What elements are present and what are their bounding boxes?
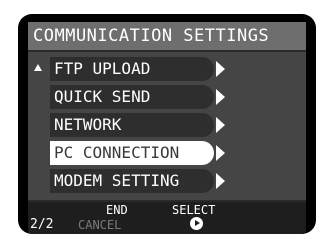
menu-item-label: MODEM SETTING [50,169,214,193]
chevron-right-icon [216,89,225,105]
camera-lcd-screen: COMMUNICATION SETTINGS FTP UPLOAD QUICK … [18,14,316,234]
footer-bar [28,202,306,234]
menu-panel: COMMUNICATION SETTINGS FTP UPLOAD QUICK … [28,22,306,226]
chevron-right-icon [216,117,225,133]
scroll-up-icon [34,64,42,71]
play-icon [195,220,200,226]
chevron-right-icon [216,61,225,77]
menu-item-pc-connection[interactable]: PC CONNECTION [28,140,306,166]
chevron-right-icon [216,173,225,189]
chevron-right-icon [216,145,225,161]
select-button-icon[interactable] [190,217,203,230]
menu-item-ftp-upload[interactable]: FTP UPLOAD [28,56,306,82]
page-indicator: 2/2 [30,217,54,232]
menu-item-label: QUICK SEND [50,85,214,109]
menu-item-modem-setting[interactable]: MODEM SETTING [28,168,306,194]
select-hint[interactable]: SELECT [172,204,215,216]
cancel-hint[interactable]: CANCEL [78,219,121,231]
menu-item-label: NETWORK [50,113,214,137]
menu-item-label: FTP UPLOAD [50,57,214,81]
menu-title: COMMUNICATION SETTINGS [28,22,306,52]
menu-item-network[interactable]: NETWORK [28,112,306,138]
end-hint[interactable]: END [106,204,128,216]
menu-item-quick-send[interactable]: QUICK SEND [28,84,306,110]
menu-item-label: PC CONNECTION [50,141,214,165]
